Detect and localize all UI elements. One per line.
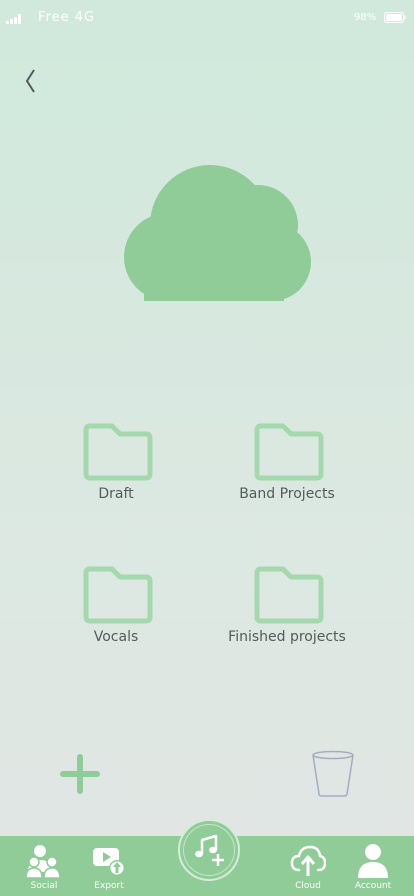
account-icon [358, 844, 388, 878]
export-icon [93, 848, 125, 876]
battery-icon [384, 12, 406, 23]
carrier-label: Free 4G [38, 10, 96, 25]
social-icon [26, 845, 61, 878]
tab-social[interactable]: Social [14, 836, 74, 896]
delete-button[interactable] [310, 750, 356, 798]
folder-icon [254, 423, 324, 481]
folder-icon [83, 423, 153, 481]
trash-icon [312, 750, 354, 797]
back-button[interactable] [22, 66, 40, 96]
tab-export[interactable]: Export [79, 836, 139, 896]
add-folder-button[interactable] [58, 752, 102, 796]
folder-icon [83, 566, 153, 624]
plus-icon [60, 754, 100, 794]
cloud-icon [124, 165, 311, 301]
folder-label: Band Projects [239, 486, 335, 502]
status-bar: Free 4G 98% [0, 0, 414, 36]
tab-label: Account [354, 881, 392, 891]
folder-draft[interactable]: Draft [41, 422, 191, 522]
tab-cloud[interactable]: Cloud [278, 836, 338, 896]
tab-label: Export [94, 881, 124, 891]
folder-label: Finished projects [228, 629, 346, 645]
signal-icon [6, 14, 21, 24]
folder-band-projects[interactable]: Band Projects [212, 422, 362, 522]
tab-account[interactable]: Account [343, 836, 403, 896]
folder-icon [254, 566, 324, 624]
folder-finished-projects[interactable]: Finished projects [212, 565, 362, 665]
cloud-upload-icon [290, 845, 326, 876]
battery-percent: 98% [354, 12, 377, 23]
add-music-button[interactable] [178, 819, 240, 881]
music-add-icon [195, 834, 224, 866]
folder-vocals[interactable]: Vocals [41, 565, 191, 665]
chevron-left-icon [25, 69, 35, 93]
